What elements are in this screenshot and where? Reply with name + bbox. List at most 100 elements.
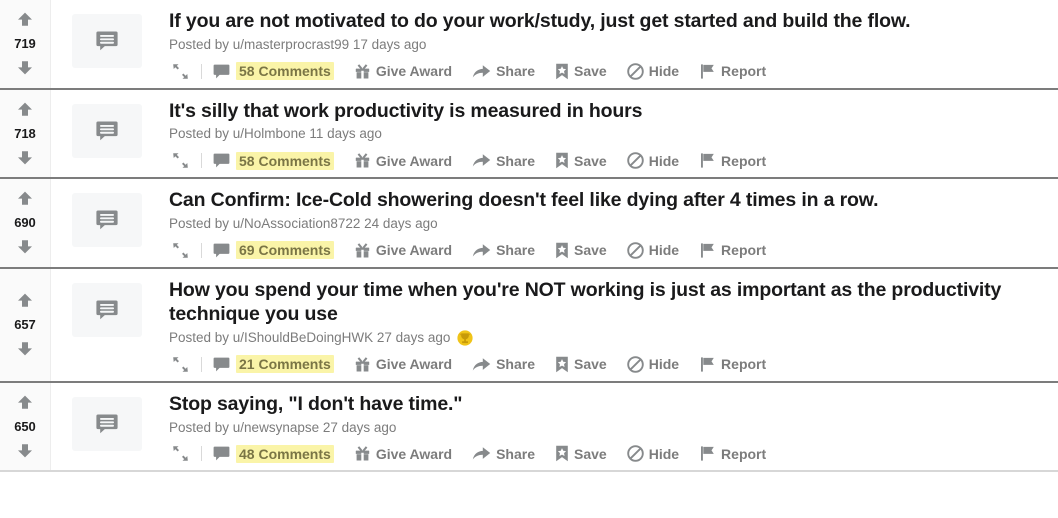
save-button[interactable]: Save <box>555 241 613 260</box>
hide-button-label: Hide <box>648 152 680 169</box>
bookmark-star-icon <box>555 152 569 169</box>
post-author-time[interactable]: Posted by u/Holmbone 11 days ago <box>169 125 382 143</box>
hide-button[interactable]: Hide <box>626 151 685 170</box>
downvote-arrow-icon[interactable] <box>15 236 35 256</box>
gift-icon <box>354 152 371 169</box>
comments-count-label: 58 Comments <box>236 62 334 80</box>
hide-button[interactable]: Hide <box>626 241 685 260</box>
post-title[interactable]: How you spend your time when you're NOT … <box>169 278 1046 328</box>
text-post-bubble-icon[interactable] <box>72 396 142 451</box>
give-award-button[interactable]: Give Award <box>354 355 458 374</box>
save-button[interactable]: Save <box>555 62 613 81</box>
text-post-bubble-icon[interactable] <box>72 193 142 247</box>
thumbnail-column <box>51 179 163 267</box>
report-button[interactable]: Report <box>699 444 772 463</box>
gold-award-icon[interactable] <box>457 330 474 346</box>
comments-button[interactable]: 21 Comments <box>213 354 340 374</box>
post-title[interactable]: It's silly that work productivity is mea… <box>169 99 1046 124</box>
flag-icon <box>699 152 716 169</box>
report-button-label: Report <box>721 242 767 258</box>
give-award-button[interactable]: Give Award <box>354 444 458 463</box>
comments-button[interactable]: 58 Comments <box>213 61 340 81</box>
save-button[interactable]: Save <box>555 151 613 170</box>
give-award-button[interactable]: Give Award <box>354 241 458 260</box>
thumbnail-column <box>51 269 163 381</box>
comment-bubble-icon <box>213 152 230 169</box>
save-button[interactable]: Save <box>555 444 613 463</box>
post-body: Can Confirm: Ice-Cold showering doesn't … <box>163 179 1058 267</box>
share-button[interactable]: Share <box>472 444 541 463</box>
post-author-time[interactable]: Posted by u/newsynapse 27 days ago <box>169 419 396 437</box>
post-meta: Posted by u/NoAssociation8722 24 days ag… <box>169 215 1046 233</box>
post-row[interactable]: 657 How you spend your time when you're … <box>0 268 1058 383</box>
hide-button[interactable]: Hide <box>626 444 685 463</box>
post-title[interactable]: Stop saying, "I don't have time." <box>169 392 1046 417</box>
upvote-arrow-icon[interactable] <box>15 189 35 209</box>
upvote-arrow-icon[interactable] <box>15 393 35 413</box>
report-button[interactable]: Report <box>699 62 772 81</box>
text-post-bubble-icon[interactable] <box>72 14 142 68</box>
gift-icon <box>354 445 371 462</box>
post-title[interactable]: Can Confirm: Ice-Cold showering doesn't … <box>169 188 1046 213</box>
share-arrow-icon <box>472 356 491 373</box>
hide-button[interactable]: Hide <box>626 355 685 374</box>
post-author-time[interactable]: Posted by u/masterprocrast99 17 days ago <box>169 36 426 54</box>
report-button[interactable]: Report <box>699 241 772 260</box>
block-circle-icon <box>626 445 644 463</box>
upvote-arrow-icon[interactable] <box>15 291 35 311</box>
share-arrow-icon <box>472 63 491 80</box>
save-button[interactable]: Save <box>555 355 613 374</box>
downvote-arrow-icon[interactable] <box>15 338 35 358</box>
bookmark-star-icon <box>555 63 569 80</box>
expand-post-button[interactable] <box>171 354 199 375</box>
share-arrow-icon <box>472 152 491 169</box>
downvote-arrow-icon[interactable] <box>15 440 35 460</box>
report-button-label: Report <box>721 63 767 79</box>
post-author-time[interactable]: Posted by u/NoAssociation8722 24 days ag… <box>169 215 438 233</box>
share-arrow-icon <box>472 445 491 462</box>
expand-arrows-icon <box>171 62 190 81</box>
flag-icon <box>699 63 716 80</box>
give-award-button-label: Give Award <box>375 63 453 79</box>
vote-column: 690 <box>0 179 51 267</box>
share-button[interactable]: Share <box>472 151 541 170</box>
share-button[interactable]: Share <box>472 355 541 374</box>
downvote-arrow-icon[interactable] <box>15 147 35 167</box>
post-row[interactable]: 650 Stop saying, "I don't have time." Pos… <box>0 382 1058 473</box>
vote-score: 718 <box>14 125 36 141</box>
share-button[interactable]: Share <box>472 241 541 260</box>
share-button-label: Share <box>496 242 535 258</box>
hide-button-label: Hide <box>648 356 680 373</box>
action-divider <box>201 356 202 372</box>
give-award-button[interactable]: Give Award <box>354 151 458 170</box>
comments-button[interactable]: 58 Comments <box>213 151 340 171</box>
expand-post-button[interactable] <box>171 443 199 464</box>
comments-button[interactable]: 48 Comments <box>213 444 340 464</box>
report-button[interactable]: Report <box>699 355 772 374</box>
downvote-arrow-icon[interactable] <box>15 57 35 77</box>
save-button-label: Save <box>574 445 607 462</box>
expand-post-button[interactable] <box>171 240 199 261</box>
vote-score: 719 <box>14 36 36 52</box>
save-button-label: Save <box>574 63 607 79</box>
post-title[interactable]: If you are not motivated to do your work… <box>169 9 1046 34</box>
give-award-button[interactable]: Give Award <box>354 62 458 81</box>
post-row[interactable]: 690 Can Confirm: Ice-Cold showering does… <box>0 179 1058 269</box>
upvote-arrow-icon[interactable] <box>15 100 35 120</box>
text-post-bubble-icon[interactable] <box>72 282 142 337</box>
hide-button[interactable]: Hide <box>626 62 685 81</box>
hide-button-label: Hide <box>648 63 680 79</box>
share-button[interactable]: Share <box>472 62 541 81</box>
post-row[interactable]: 718 It's silly that work productivity is… <box>0 89 1058 179</box>
post-row[interactable]: 719 If you are not motivated to do your … <box>0 0 1058 90</box>
expand-post-button[interactable] <box>171 61 199 82</box>
post-author-time[interactable]: Posted by u/IShouldBeDoingHWK 27 days ag… <box>169 329 450 347</box>
text-post-bubble-icon[interactable] <box>72 103 142 158</box>
expand-post-button[interactable] <box>171 150 199 171</box>
post-meta: Posted by u/Holmbone 11 days ago <box>169 125 1046 143</box>
comments-button[interactable]: 69 Comments <box>213 240 340 260</box>
report-button[interactable]: Report <box>699 151 772 170</box>
comments-count-label: 48 Comments <box>236 444 334 463</box>
upvote-arrow-icon[interactable] <box>15 10 35 30</box>
vote-score: 690 <box>14 215 36 231</box>
